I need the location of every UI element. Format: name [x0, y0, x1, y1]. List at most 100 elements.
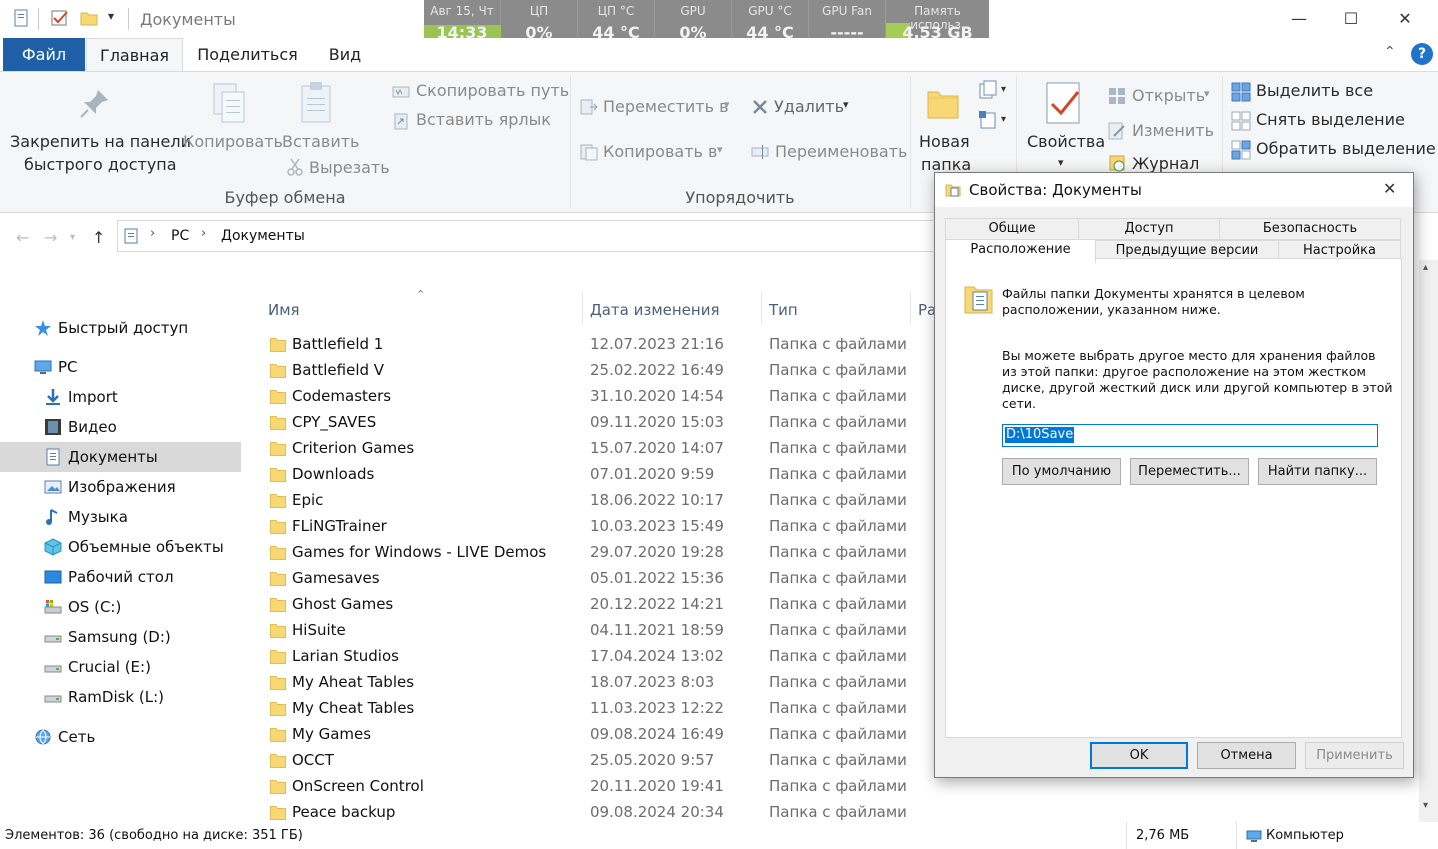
nav-item-drive-c[interactable]: OS (C:)	[0, 592, 241, 622]
collapse-ribbon-icon[interactable]: ⌃	[1384, 44, 1396, 60]
paste-button[interactable]: Вставить	[282, 132, 359, 151]
easy-access-icon[interactable]	[978, 110, 998, 130]
find-target-button[interactable]: Найти папку...	[1258, 458, 1377, 485]
file-date: 31.10.2020 14:54	[590, 387, 724, 405]
quick-access-dropdown-icon[interactable]: ▾	[108, 9, 114, 23]
pin-button-line2[interactable]: быстрого доступа	[24, 155, 177, 174]
tab-home[interactable]: Главная	[86, 38, 183, 72]
tab-view[interactable]: Вид	[316, 38, 374, 71]
copy-button[interactable]: Копировать	[183, 132, 283, 151]
hint-line-1: Вы можете выбрать другое место для хране…	[1002, 348, 1376, 363]
new-item-icon[interactable]	[978, 80, 998, 100]
open-button[interactable]: Открыть	[1132, 86, 1205, 105]
new-item-dropdown-icon[interactable]: ▾	[1001, 84, 1006, 95]
nav-item-network[interactable]: Сеть	[0, 722, 241, 752]
history-button[interactable]: Журнал	[1132, 154, 1199, 173]
folder-icon	[270, 598, 286, 612]
select-all-button[interactable]: Выделить все	[1256, 81, 1373, 100]
close-button[interactable]: ✕	[1382, 0, 1428, 38]
tab-general[interactable]: Общие	[945, 218, 1079, 240]
select-none-button[interactable]: Снять выделение	[1256, 110, 1405, 129]
dialog-close-icon[interactable]: ✕	[1383, 179, 1396, 198]
column-header-type[interactable]: Тип	[769, 301, 798, 319]
back-icon[interactable]: ←	[16, 228, 29, 247]
nav-item-import[interactable]: Import	[0, 382, 241, 412]
checkmark-icon[interactable]	[51, 9, 69, 27]
delete-button[interactable]: Удалить	[774, 97, 844, 116]
open-dropdown-icon[interactable]: ▾	[1204, 87, 1210, 100]
new-folder-line1[interactable]: Новая	[919, 132, 970, 151]
file-date: 29.07.2020 19:28	[590, 543, 724, 561]
rename-button[interactable]: Переименовать	[775, 142, 907, 161]
copy-to-dropdown-icon[interactable]: ▾	[717, 143, 723, 156]
nav-item-documents[interactable]: Документы	[0, 442, 241, 472]
nav-item-music[interactable]: Музыка	[0, 502, 241, 532]
apply-button[interactable]: Применить	[1305, 742, 1404, 769]
easy-access-dropdown-icon[interactable]: ▾	[1001, 114, 1006, 125]
minimize-button[interactable]: —	[1276, 0, 1322, 38]
help-icon[interactable]: ?	[1411, 43, 1433, 65]
forward-icon[interactable]: →	[44, 228, 57, 247]
tab-sharing[interactable]: Доступ	[1078, 218, 1220, 240]
copy-path-button[interactable]: Скопировать путь	[416, 81, 569, 100]
file-type: Папка с файлами	[769, 361, 907, 379]
tab-file[interactable]: Файл	[3, 38, 85, 71]
move-to-dropdown-icon[interactable]: ▾	[724, 98, 730, 111]
nav-item-drive-e[interactable]: Crucial (E:)	[0, 652, 241, 682]
invert-selection-button[interactable]: Обратить выделение	[1256, 139, 1436, 158]
vertical-scrollbar[interactable]: ▴ ▾	[1419, 260, 1438, 822]
nav-item-drive-d[interactable]: Samsung (D:)	[0, 622, 241, 652]
move-to-button[interactable]: Переместить в	[603, 97, 729, 116]
address-bar[interactable]: › PC › Документы	[117, 220, 937, 252]
nav-item-pictures[interactable]: Изображения	[0, 472, 241, 502]
paste-shortcut-button[interactable]: Вставить ярлык	[416, 110, 551, 129]
location-path-input[interactable]: D:\10Save	[1002, 424, 1378, 447]
properties-button[interactable]: Свойства	[1027, 132, 1105, 151]
delete-dropdown-icon[interactable]: ▾	[843, 98, 849, 111]
nav-item-3d-objects[interactable]: Объемные объекты	[0, 532, 241, 562]
file-date: 10.03.2023 15:49	[590, 517, 724, 535]
recent-dropdown-icon[interactable]: ▾	[70, 232, 75, 243]
paste-icon	[301, 82, 331, 123]
restore-default-button[interactable]: По умолчанию	[1002, 458, 1121, 485]
column-separator[interactable]	[582, 292, 583, 324]
nav-item-pc[interactable]: PC	[0, 352, 241, 382]
tab-location[interactable]: Расположение	[945, 239, 1096, 263]
nav-item-label: Быстрый доступ	[58, 319, 189, 337]
column-separator[interactable]	[761, 292, 762, 324]
documents-icon	[46, 448, 60, 466]
file-date: 12.07.2023 21:16	[590, 335, 724, 353]
file-name: Larian Studios	[292, 647, 399, 665]
nav-item-video[interactable]: Видео	[0, 412, 241, 442]
copy-to-button[interactable]: Копировать в	[603, 142, 717, 161]
column-header-date[interactable]: Дата изменения	[590, 301, 720, 319]
navigation-pane: Быстрый доступ PC Import Видео Документы…	[0, 292, 244, 822]
tab-security[interactable]: Безопасность	[1219, 218, 1401, 240]
breadcrumb-pc[interactable]: PC	[171, 228, 189, 244]
move-button[interactable]: Переместить...	[1130, 458, 1249, 485]
maximize-button[interactable]: ☐	[1328, 0, 1374, 38]
nav-item-drive-l[interactable]: RamDisk (L:)	[0, 682, 241, 712]
copy-path-icon	[392, 86, 410, 98]
folder-icon	[945, 184, 961, 197]
ribbon-separator	[570, 76, 571, 208]
properties-quick-icon[interactable]	[12, 9, 30, 27]
file-name: Downloads	[292, 465, 375, 483]
edit-button[interactable]: Изменить	[1132, 121, 1214, 140]
nav-item-quick-access[interactable]: Быстрый доступ	[0, 313, 241, 343]
cancel-button[interactable]: Отмена	[1197, 742, 1296, 769]
breadcrumb-documents[interactable]: Документы	[221, 228, 305, 244]
nav-item-label: Документы	[68, 448, 158, 466]
new-folder-quick-icon[interactable]	[80, 9, 98, 27]
nav-item-desktop[interactable]: Рабочий стол	[0, 562, 241, 592]
ok-button[interactable]: OK	[1090, 742, 1188, 769]
pin-button-line1[interactable]: Закрепить на панели	[10, 132, 191, 151]
scroll-up-icon[interactable]: ▴	[1423, 262, 1428, 273]
up-icon[interactable]: ↑	[92, 228, 105, 247]
tab-share[interactable]: Поделиться	[190, 38, 305, 71]
column-separator[interactable]	[910, 292, 911, 324]
properties-dropdown-icon[interactable]: ▾	[1058, 156, 1064, 169]
cut-button[interactable]: Вырезать	[309, 158, 390, 177]
column-header-name[interactable]: Имя	[268, 301, 300, 319]
scroll-down-icon[interactable]: ▾	[1423, 800, 1428, 811]
